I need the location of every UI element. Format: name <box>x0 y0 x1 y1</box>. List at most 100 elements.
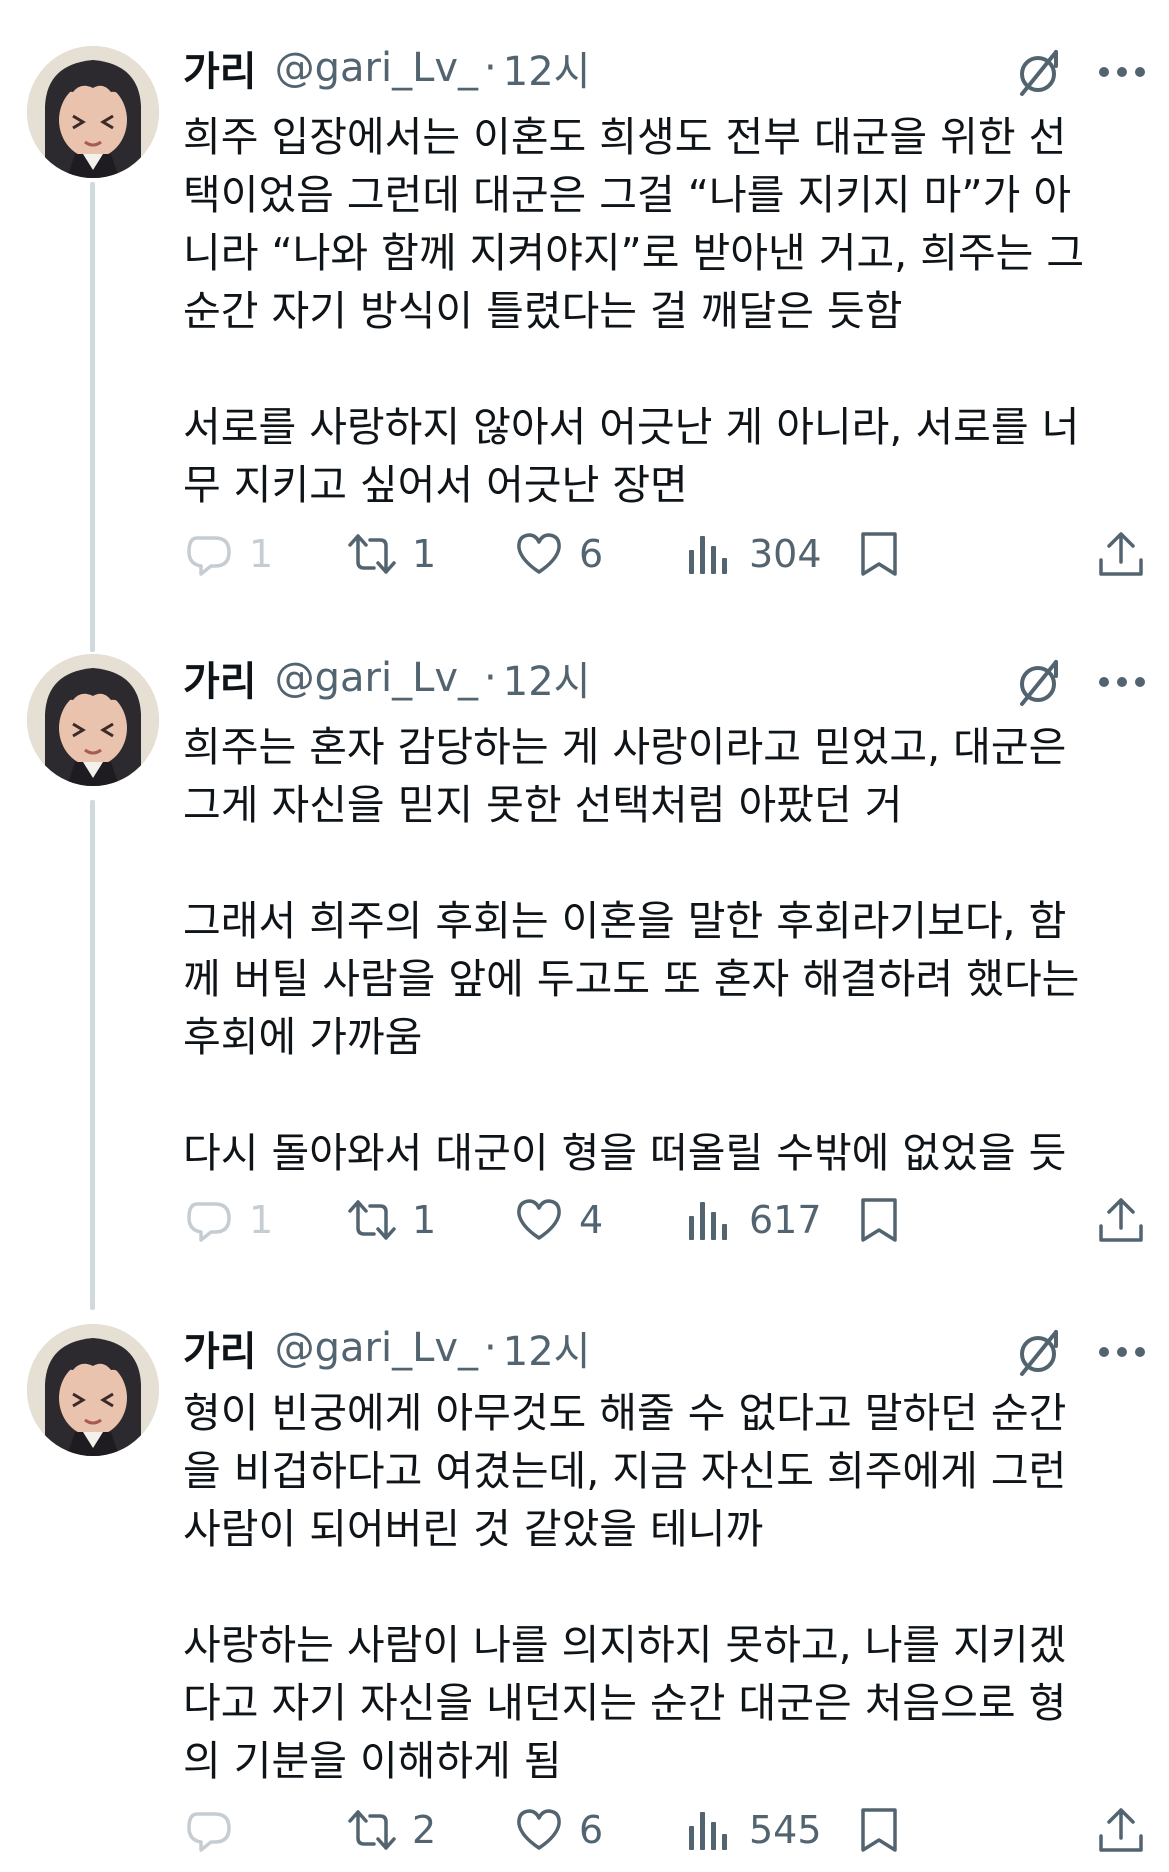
repost-button[interactable]: 1 <box>346 1190 436 1250</box>
tweet-text-line: 다고 자기 자신을 내던지는 순간 대군은 처음으로 형 <box>183 1679 1067 1727</box>
display-name[interactable]: 가리 <box>183 39 257 97</box>
tweet-text-line: 사랑하는 사람이 나를 의지하지 못하고, 나를 지키겠 <box>183 1621 1067 1669</box>
repost-count: 2 <box>412 1808 437 1852</box>
repost-count: 1 <box>412 1198 437 1242</box>
like-count: 6 <box>579 1808 604 1852</box>
avatar[interactable] <box>27 46 159 178</box>
repost-icon <box>348 534 396 574</box>
tweet-text: 희주 입장에서는 이혼도 희생도 전부 대군을 위한 선 택이었음 그런데 대군… <box>183 108 1143 514</box>
tweet-text-line: 택이었음 그런데 대군은 그걸 “나를 지키지 마”가 아 <box>183 171 1072 219</box>
repost-icon <box>348 1200 396 1240</box>
tweet-text-line: 무 지키고 싶어서 어긋난 장면 <box>183 461 688 509</box>
repost-icon <box>348 1810 396 1850</box>
tweet-text-line: 사람이 되어버린 것 같았을 테니까 <box>183 1505 764 1553</box>
tweet-text: 형이 빈궁에게 아무것도 해줄 수 없다고 말하던 순간 을 비겁하다고 여겼는… <box>183 1384 1143 1790</box>
reply-bubble-icon <box>187 1202 231 1242</box>
share-button[interactable] <box>1095 1800 1147 1860</box>
heart-icon <box>517 533 561 574</box>
share-button[interactable] <box>1095 1190 1147 1250</box>
reply-count: 1 <box>249 532 274 576</box>
thread-connector-line <box>90 182 95 652</box>
tweet-text-line: 순간 자기 방식이 틀렸다는 걸 깨달은 듯함 <box>183 287 903 335</box>
reply-bubble-icon <box>187 1812 231 1852</box>
tweet-text-line: 니라 “나와 함께 지켜야지”로 받아낸 거고, 희주는 그 <box>183 229 1085 277</box>
tweet-text-line: 다시 돌아와서 대군이 형을 떠올릴 수밖에 없었을 듯 <box>183 1129 1067 1177</box>
action-bar: 1 1 4 617 <box>183 1190 1153 1250</box>
views-button[interactable]: 545 <box>683 1800 822 1860</box>
more-dots-icon[interactable] <box>1092 1332 1152 1372</box>
like-count: 6 <box>579 532 604 576</box>
reply-count: 1 <box>249 1198 274 1242</box>
repost-button[interactable]: 2 <box>346 1800 436 1860</box>
share-button[interactable] <box>1095 524 1147 584</box>
display-name[interactable]: 가리 <box>183 1319 257 1377</box>
display-name[interactable]: 가리 <box>183 649 257 707</box>
separator-dot: · <box>484 1325 497 1371</box>
avatar[interactable] <box>27 654 159 786</box>
grok-slash-icon[interactable] <box>1010 654 1066 710</box>
tweet-text-line: 그게 자신을 믿지 못한 선택처럼 아팠던 거 <box>183 781 903 829</box>
share-icon <box>1099 1198 1143 1242</box>
more-dots-icon[interactable] <box>1092 662 1152 702</box>
timestamp[interactable]: 12시 <box>503 1319 591 1377</box>
tweet-text-line: 후회에 가까움 <box>183 1013 423 1061</box>
bookmark-button[interactable] <box>853 1800 905 1860</box>
tweet-text-line: 의 기분을 이해하게 됨 <box>183 1737 562 1785</box>
view-count: 617 <box>749 1198 822 1242</box>
action-bar: 1 1 6 304 <box>183 524 1153 584</box>
share-icon <box>1099 532 1143 576</box>
thread-connector-line <box>90 800 95 1310</box>
grok-slash-icon[interactable] <box>1010 1324 1066 1380</box>
user-handle[interactable]: @gari_Lv_ <box>275 45 478 91</box>
views-bar-icon <box>689 1812 727 1850</box>
views-bar-icon <box>689 536 727 574</box>
bookmark-icon <box>861 1198 897 1242</box>
heart-icon <box>517 1809 561 1850</box>
tweet-header: 가리 @gari_Lv_ · 12시 <box>183 648 590 708</box>
tweet-text-line: 형이 빈궁에게 아무것도 해줄 수 없다고 말하던 순간 <box>183 1389 1067 1437</box>
bookmark-button[interactable] <box>853 1190 905 1250</box>
reply-bubble-icon <box>187 536 231 576</box>
tweet-text-line: 희주 입장에서는 이혼도 희생도 전부 대군을 위한 선 <box>183 113 1067 161</box>
heart-icon <box>517 1199 561 1240</box>
share-icon <box>1099 1808 1143 1852</box>
separator-dot: · <box>484 45 497 91</box>
repost-count: 1 <box>412 532 437 576</box>
like-count: 4 <box>579 1198 604 1242</box>
bookmark-icon <box>861 532 897 576</box>
tweet-text-line: 께 버틸 사람을 앞에 두고도 또 혼자 해결하려 했다는 <box>183 955 1080 1003</box>
avatar[interactable] <box>27 1324 159 1456</box>
repost-button[interactable]: 1 <box>346 524 436 584</box>
separator-dot: · <box>484 655 497 701</box>
like-button[interactable]: 6 <box>513 524 603 584</box>
tweet-text: 희주는 혼자 감당하는 게 사랑이라고 믿었고, 대군은 그게 자신을 믿지 못… <box>183 718 1143 1182</box>
tweet-text-line: 희주는 혼자 감당하는 게 사랑이라고 믿었고, 대군은 <box>183 723 1067 771</box>
more-dots-icon[interactable] <box>1092 52 1152 92</box>
like-button[interactable]: 4 <box>513 1190 603 1250</box>
view-count: 304 <box>749 532 822 576</box>
timestamp[interactable]: 12시 <box>503 39 591 97</box>
reply-button[interactable]: 1 <box>183 524 273 584</box>
tweet-text-line: 을 비겁하다고 여겼는데, 지금 자신도 희주에게 그런 <box>183 1447 1067 1495</box>
views-button[interactable]: 617 <box>683 1190 822 1250</box>
tweet-text-line: 서로를 사랑하지 않아서 어긋난 게 아니라, 서로를 너 <box>183 403 1080 451</box>
grok-slash-icon[interactable] <box>1010 44 1066 100</box>
reply-button[interactable] <box>183 1800 249 1860</box>
view-count: 545 <box>749 1808 822 1852</box>
timestamp[interactable]: 12시 <box>503 649 591 707</box>
tweet-header: 가리 @gari_Lv_ · 12시 <box>183 1318 590 1378</box>
action-bar: 2 6 545 <box>183 1800 1153 1860</box>
tweet-header: 가리 @gari_Lv_ · 12시 <box>183 38 590 98</box>
tweet-text-line: 그래서 희주의 후회는 이혼을 말한 후회라기보다, 함 <box>183 897 1067 945</box>
user-handle[interactable]: @gari_Lv_ <box>275 655 478 701</box>
like-button[interactable]: 6 <box>513 1800 603 1860</box>
views-button[interactable]: 304 <box>683 524 822 584</box>
user-handle[interactable]: @gari_Lv_ <box>275 1325 478 1371</box>
reply-button[interactable]: 1 <box>183 1190 273 1250</box>
bookmark-button[interactable] <box>853 524 905 584</box>
views-bar-icon <box>689 1202 727 1240</box>
